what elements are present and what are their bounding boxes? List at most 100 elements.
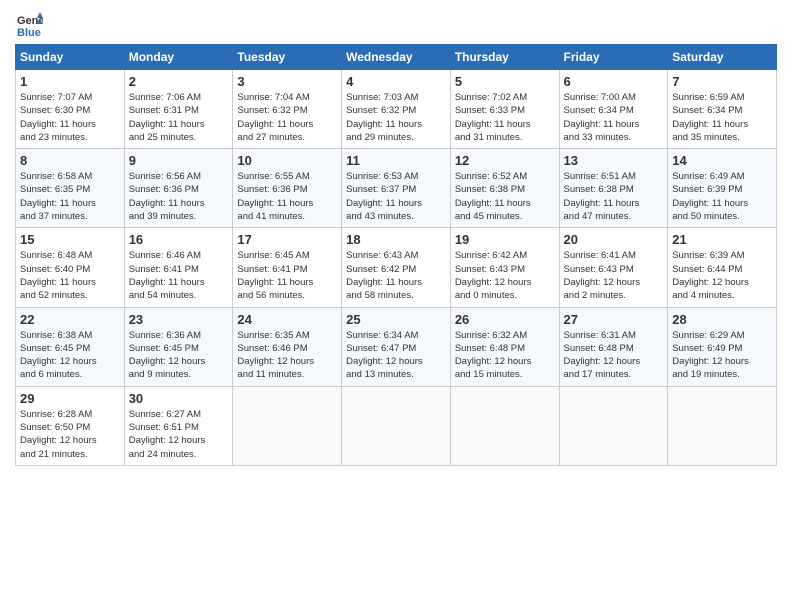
day-number: 27 <box>564 312 664 327</box>
day-number: 15 <box>20 232 120 247</box>
day-info: Sunrise: 7:06 AM Sunset: 6:31 PM Dayligh… <box>129 91 229 144</box>
day-info: Sunrise: 6:36 AM Sunset: 6:45 PM Dayligh… <box>129 329 229 382</box>
day-number: 12 <box>455 153 555 168</box>
calendar-cell: 16 Sunrise: 6:46 AM Sunset: 6:41 PM Dayli… <box>124 228 233 307</box>
day-number: 20 <box>564 232 664 247</box>
day-info: Sunrise: 6:35 AM Sunset: 6:46 PM Dayligh… <box>237 329 337 382</box>
calendar-cell: 24Sunrise: 6:35 AM Sunset: 6:46 PM Dayli… <box>233 307 342 386</box>
day-info: Sunrise: 7:04 AM Sunset: 6:32 PM Dayligh… <box>237 91 337 144</box>
column-header-saturday: Saturday <box>668 45 777 70</box>
calendar-cell: 12Sunrise: 6:52 AM Sunset: 6:38 PM Dayli… <box>450 149 559 228</box>
day-info: Sunrise: 6:32 AM Sunset: 6:48 PM Dayligh… <box>455 329 555 382</box>
calendar-cell <box>342 386 451 465</box>
column-header-monday: Monday <box>124 45 233 70</box>
calendar-cell <box>668 386 777 465</box>
calendar-cell: 23 Sunrise: 6:36 AM Sunset: 6:45 PM Dayli… <box>124 307 233 386</box>
day-number: 13 <box>564 153 664 168</box>
day-number: 4 <box>346 74 446 89</box>
calendar-cell: 22 Sunrise: 6:38 AM Sunset: 6:45 PM Dayli… <box>16 307 125 386</box>
day-info: Sunrise: 6:28 AM Sunset: 6:50 PM Dayligh… <box>20 408 120 461</box>
week-row-2: 8 Sunrise: 6:58 AM Sunset: 6:35 PM Daylig… <box>16 149 777 228</box>
calendar-cell: 20 Sunrise: 6:41 AM Sunset: 6:43 PM Dayli… <box>559 228 668 307</box>
day-info: Sunrise: 7:02 AM Sunset: 6:33 PM Dayligh… <box>455 91 555 144</box>
day-info: Sunrise: 6:51 AM Sunset: 6:38 PM Dayligh… <box>564 170 664 223</box>
day-number: 18 <box>346 232 446 247</box>
day-info: Sunrise: 7:00 AM Sunset: 6:34 PM Dayligh… <box>564 91 664 144</box>
day-number: 6 <box>564 74 664 89</box>
calendar-cell: 21 Sunrise: 6:39 AM Sunset: 6:44 PM Dayli… <box>668 228 777 307</box>
svg-text:Blue: Blue <box>17 27 41 38</box>
logo-icon: General Blue <box>15 10 43 38</box>
column-header-tuesday: Tuesday <box>233 45 342 70</box>
column-header-wednesday: Wednesday <box>342 45 451 70</box>
day-number: 3 <box>237 74 337 89</box>
day-number: 2 <box>129 74 229 89</box>
day-info: Sunrise: 6:39 AM Sunset: 6:44 PM Dayligh… <box>672 249 772 302</box>
calendar-cell <box>559 386 668 465</box>
day-number: 22 <box>20 312 120 327</box>
day-info: Sunrise: 6:55 AM Sunset: 6:36 PM Dayligh… <box>237 170 337 223</box>
day-number: 7 <box>672 74 772 89</box>
day-number: 1 <box>20 74 120 89</box>
calendar-cell: 14 Sunrise: 6:49 AM Sunset: 6:39 PM Dayli… <box>668 149 777 228</box>
day-number: 8 <box>20 153 120 168</box>
column-header-thursday: Thursday <box>450 45 559 70</box>
calendar-cell: 27Sunrise: 6:31 AM Sunset: 6:48 PM Dayli… <box>559 307 668 386</box>
calendar-cell: 10Sunrise: 6:55 AM Sunset: 6:36 PM Dayli… <box>233 149 342 228</box>
calendar-cell: 18Sunrise: 6:43 AM Sunset: 6:42 PM Dayli… <box>342 228 451 307</box>
day-info: Sunrise: 6:53 AM Sunset: 6:37 PM Dayligh… <box>346 170 446 223</box>
calendar-cell: 28 Sunrise: 6:29 AM Sunset: 6:49 PM Dayli… <box>668 307 777 386</box>
calendar-container: General Blue SundayMondayTuesdayWednesda… <box>0 0 792 476</box>
day-number: 14 <box>672 153 772 168</box>
day-info: Sunrise: 6:45 AM Sunset: 6:41 PM Dayligh… <box>237 249 337 302</box>
week-row-3: 15 Sunrise: 6:48 AM Sunset: 6:40 PM Dayli… <box>16 228 777 307</box>
header: General Blue <box>15 10 777 38</box>
day-info: Sunrise: 6:59 AM Sunset: 6:34 PM Dayligh… <box>672 91 772 144</box>
calendar-cell: 6 Sunrise: 7:00 AM Sunset: 6:34 PM Daylig… <box>559 70 668 149</box>
header-row: SundayMondayTuesdayWednesdayThursdayFrid… <box>16 45 777 70</box>
calendar-cell: 26 Sunrise: 6:32 AM Sunset: 6:48 PM Dayli… <box>450 307 559 386</box>
day-number: 5 <box>455 74 555 89</box>
column-header-sunday: Sunday <box>16 45 125 70</box>
day-number: 16 <box>129 232 229 247</box>
calendar-cell: 17 Sunrise: 6:45 AM Sunset: 6:41 PM Dayli… <box>233 228 342 307</box>
day-info: Sunrise: 6:41 AM Sunset: 6:43 PM Dayligh… <box>564 249 664 302</box>
calendar-cell: 1 Sunrise: 7:07 AM Sunset: 6:30 PM Daylig… <box>16 70 125 149</box>
day-number: 19 <box>455 232 555 247</box>
calendar-cell: 4 Sunrise: 7:03 AM Sunset: 6:32 PM Daylig… <box>342 70 451 149</box>
day-info: Sunrise: 6:38 AM Sunset: 6:45 PM Dayligh… <box>20 329 120 382</box>
day-number: 11 <box>346 153 446 168</box>
calendar-cell: 30 Sunrise: 6:27 AM Sunset: 6:51 PM Dayli… <box>124 386 233 465</box>
calendar-cell: 2 Sunrise: 7:06 AM Sunset: 6:31 PM Daylig… <box>124 70 233 149</box>
day-info: Sunrise: 6:46 AM Sunset: 6:41 PM Dayligh… <box>129 249 229 302</box>
calendar-cell: 25Sunrise: 6:34 AM Sunset: 6:47 PM Dayli… <box>342 307 451 386</box>
day-number: 30 <box>129 391 229 406</box>
calendar-table: SundayMondayTuesdayWednesdayThursdayFrid… <box>15 44 777 466</box>
day-number: 23 <box>129 312 229 327</box>
day-info: Sunrise: 6:48 AM Sunset: 6:40 PM Dayligh… <box>20 249 120 302</box>
day-info: Sunrise: 6:56 AM Sunset: 6:36 PM Dayligh… <box>129 170 229 223</box>
day-number: 28 <box>672 312 772 327</box>
calendar-cell: 7 Sunrise: 6:59 AM Sunset: 6:34 PM Daylig… <box>668 70 777 149</box>
calendar-cell: 9 Sunrise: 6:56 AM Sunset: 6:36 PM Daylig… <box>124 149 233 228</box>
day-info: Sunrise: 7:03 AM Sunset: 6:32 PM Dayligh… <box>346 91 446 144</box>
day-info: Sunrise: 6:58 AM Sunset: 6:35 PM Dayligh… <box>20 170 120 223</box>
day-number: 26 <box>455 312 555 327</box>
week-row-5: 29Sunrise: 6:28 AM Sunset: 6:50 PM Dayli… <box>16 386 777 465</box>
day-info: Sunrise: 7:07 AM Sunset: 6:30 PM Dayligh… <box>20 91 120 144</box>
calendar-cell: 13 Sunrise: 6:51 AM Sunset: 6:38 PM Dayli… <box>559 149 668 228</box>
calendar-cell: 15 Sunrise: 6:48 AM Sunset: 6:40 PM Dayli… <box>16 228 125 307</box>
day-number: 25 <box>346 312 446 327</box>
day-info: Sunrise: 6:49 AM Sunset: 6:39 PM Dayligh… <box>672 170 772 223</box>
week-row-1: 1 Sunrise: 7:07 AM Sunset: 6:30 PM Daylig… <box>16 70 777 149</box>
day-info: Sunrise: 6:29 AM Sunset: 6:49 PM Dayligh… <box>672 329 772 382</box>
calendar-cell: 3 Sunrise: 7:04 AM Sunset: 6:32 PM Daylig… <box>233 70 342 149</box>
day-info: Sunrise: 6:42 AM Sunset: 6:43 PM Dayligh… <box>455 249 555 302</box>
day-number: 9 <box>129 153 229 168</box>
calendar-cell: 5 Sunrise: 7:02 AM Sunset: 6:33 PM Daylig… <box>450 70 559 149</box>
day-number: 21 <box>672 232 772 247</box>
column-header-friday: Friday <box>559 45 668 70</box>
day-info: Sunrise: 6:27 AM Sunset: 6:51 PM Dayligh… <box>129 408 229 461</box>
day-number: 17 <box>237 232 337 247</box>
calendar-cell: 19 Sunrise: 6:42 AM Sunset: 6:43 PM Dayli… <box>450 228 559 307</box>
